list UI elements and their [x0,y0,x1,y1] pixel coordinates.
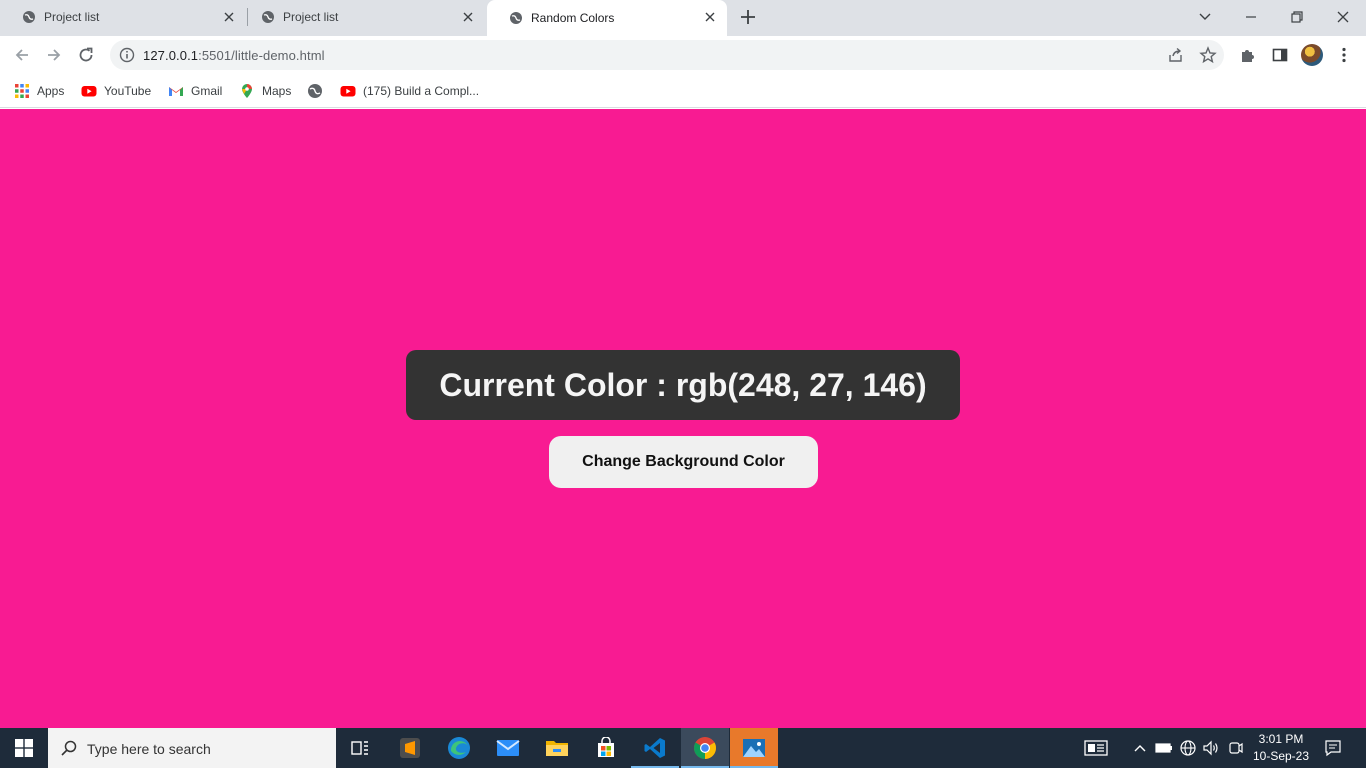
bookmark-label: (175) Build a Compl... [363,84,480,98]
volume-icon[interactable] [1201,738,1221,758]
url-host: 127.0.0.1 [143,48,199,63]
tab-project-list-1[interactable]: Project list [0,0,246,34]
taskbar-clock[interactable]: 3:01 PM 10-Sep-23 [1250,731,1312,765]
apps-grid-icon [14,83,30,99]
notifications-icon[interactable] [1323,738,1343,758]
search-icon [60,739,78,757]
bookmarks-bar: Apps YouTube Gmail Maps (175) Build a Co… [0,74,1366,108]
bookmark-build-a-complete[interactable]: (175) Build a Compl... [340,82,479,100]
new-tab-plus-icon[interactable] [738,7,758,27]
forward-arrow-icon[interactable] [44,45,64,65]
microsoft-store-icon[interactable] [582,728,630,768]
tab-random-colors[interactable]: Random Colors [487,0,727,36]
close-window-icon[interactable] [1330,4,1356,30]
bookmark-star-icon[interactable] [1199,46,1217,64]
tab-title: Random Colors [531,11,615,25]
bookmark-label: Gmail [191,84,223,98]
tab-title: Project list [283,10,339,24]
gmail-icon [168,83,184,99]
meet-now-icon[interactable] [1226,738,1246,758]
taskbar-search-box[interactable]: Type here to search [48,728,336,768]
site-info-icon[interactable] [119,47,135,63]
url-path: :5501/little-demo.html [198,48,325,63]
task-view-icon[interactable] [336,728,384,768]
bookmark-youtube[interactable]: YouTube [81,82,151,100]
bookmark-gmail[interactable]: Gmail [168,82,222,100]
close-icon[interactable] [703,10,717,24]
browser-toolbar: 127.0.0.1:5501/little-demo.html [0,36,1366,74]
tab-strip: Project list Project list Random Colors [0,0,1366,36]
back-arrow-icon[interactable] [12,45,32,65]
globe-icon [261,10,275,24]
close-icon[interactable] [461,10,475,24]
globe-icon [509,11,523,25]
clock-time: 3:01 PM [1258,732,1304,746]
url-text[interactable]: 127.0.0.1:5501/little-demo.html [143,48,325,63]
bookmark-maps[interactable]: Maps [239,82,291,100]
edge-browser-icon[interactable] [435,728,483,768]
share-icon[interactable] [1167,46,1185,64]
extensions-puzzle-icon[interactable] [1238,45,1258,65]
close-icon[interactable] [222,10,236,24]
file-explorer-icon[interactable] [533,728,581,768]
clock-date: 10-Sep-23 [1252,749,1310,763]
maps-pin-icon [239,83,255,99]
chrome-icon[interactable] [681,728,729,768]
reload-icon[interactable] [76,45,96,65]
globe-icon [307,83,323,99]
bookmark-label: Maps [262,84,292,98]
restore-icon[interactable] [1284,4,1310,30]
bookmark-label: Apps [37,84,65,98]
youtube-icon [81,83,97,99]
current-color-display: Current Color : rgb(248, 27, 146) [406,350,960,420]
more-menu-icon[interactable] [1334,45,1354,65]
windows-start-icon[interactable] [0,728,48,768]
photos-icon[interactable] [730,728,778,768]
tab-project-list-2[interactable]: Project list [239,0,485,34]
bookmark-apps[interactable]: Apps [14,82,64,100]
youtube-icon [340,83,356,99]
side-panel-icon[interactable] [1270,45,1290,65]
bookmark-globe[interactable] [307,82,330,100]
change-background-color-button[interactable]: Change Background Color [549,436,818,488]
windows-taskbar: Type here to search 3:01 PM 10-Sep-23 [0,728,1366,768]
minimize-icon[interactable] [1238,4,1264,30]
globe-icon [22,10,36,24]
page-content: Current Color : rgb(248, 27, 146) Change… [0,109,1366,728]
show-hidden-icons-chevron-icon[interactable] [1130,738,1150,758]
search-placeholder: Type here to search [87,741,211,757]
network-globe-icon[interactable] [1178,738,1198,758]
bookmark-label: YouTube [104,84,152,98]
address-bar[interactable]: 127.0.0.1:5501/little-demo.html [110,40,1224,70]
news-widget-icon[interactable] [1084,738,1108,758]
tab-search-chevron-icon[interactable] [1192,4,1218,30]
profile-avatar[interactable] [1301,44,1323,66]
battery-icon[interactable] [1154,738,1174,758]
sublime-text-icon[interactable] [386,728,434,768]
mail-icon[interactable] [484,728,532,768]
tab-title: Project list [44,10,100,24]
vscode-icon[interactable] [631,728,679,768]
